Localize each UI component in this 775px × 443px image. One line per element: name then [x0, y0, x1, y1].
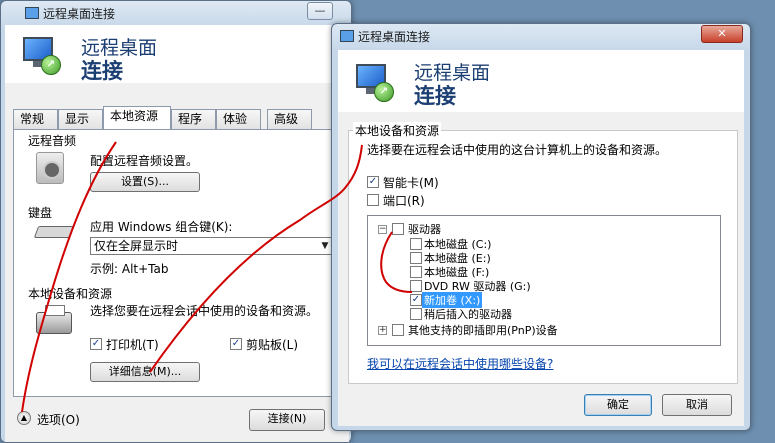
- drive-f-checkbox[interactable]: [410, 266, 422, 278]
- audio-settings-button[interactable]: 设置(S)...: [90, 172, 200, 192]
- remote-desktop-logo-icon: ↗: [21, 35, 61, 75]
- clipboard-label: 剪贴板(L): [246, 338, 299, 352]
- local-resources-panel: 远程音频 配置远程音频设置。 设置(S)... 键盘 应用 Windows 组合…: [13, 129, 343, 397]
- smartcard-checkbox[interactable]: ✓: [367, 176, 379, 188]
- smartcard-label: 智能卡(M): [383, 176, 439, 190]
- printer-icon: [36, 305, 72, 334]
- clipboard-checkbox[interactable]: ✓: [230, 338, 242, 350]
- drives-checkbox[interactable]: [392, 223, 404, 235]
- device-group-description: 选择要在远程会话中使用的这台计算机上的设备和资源。: [367, 143, 668, 157]
- keyboard-section-title: 键盘: [28, 206, 53, 220]
- front-window-title: 远程桌面连接: [340, 28, 430, 45]
- back-minimize-button[interactable]: —: [307, 2, 333, 20]
- device-group-title: 本地设备和资源: [353, 122, 442, 139]
- tab-advanced[interactable]: 高级: [267, 109, 312, 129]
- drive-e-checkbox[interactable]: [410, 252, 422, 264]
- device-group-box: 本地设备和资源 选择要在远程会话中使用的这台计算机上的设备和资源。 ✓ 智能卡(…: [348, 122, 738, 384]
- remote-desktop-logo-icon: ↗: [354, 62, 394, 102]
- which-devices-link[interactable]: 我可以在远程会话中使用哪些设备?: [367, 355, 553, 372]
- app-icon: [25, 7, 39, 19]
- expand-icon[interactable]: +: [378, 326, 387, 335]
- keyboard-example: 示例: Alt+Tab: [90, 262, 169, 276]
- collapse-icon[interactable]: −: [378, 225, 387, 234]
- drive-tree[interactable]: − 驱动器 本地磁盘 (C:) 本地磁盘 (E:) 本地磁盘 (F:) DVD …: [367, 215, 721, 346]
- printer-label: 打印机(T): [106, 338, 159, 352]
- audio-description: 配置远程音频设置。: [90, 154, 199, 168]
- windows-key-combo-value: 仅在全屏显示时: [94, 239, 179, 253]
- tab-general[interactable]: 常规: [13, 109, 58, 129]
- options-toggle-icon[interactable]: ▲: [17, 411, 31, 425]
- tab-display[interactable]: 显示: [58, 109, 103, 129]
- back-window-title: 远程桌面连接: [25, 5, 115, 22]
- drive-c-checkbox[interactable]: [410, 238, 422, 250]
- drives-label: 驱动器: [408, 223, 441, 236]
- front-header: ↗ 远程桌面 连接: [338, 50, 744, 112]
- drive-g-checkbox[interactable]: [410, 280, 422, 292]
- tab-strip: 常规 显示 本地资源 程序 体验 高级: [13, 106, 343, 131]
- front-window: 远程桌面连接 ✕ ↗ 远程桌面 连接 本地设备和资源 选择要在远程会话中使用的这…: [331, 23, 751, 431]
- options-label[interactable]: 选项(O): [37, 411, 80, 428]
- front-close-button[interactable]: ✕: [701, 25, 743, 43]
- app-icon: [340, 30, 354, 42]
- port-checkbox[interactable]: [367, 194, 379, 206]
- later-drives-label: 稍后插入的驱动器: [424, 308, 512, 321]
- speaker-icon: [36, 152, 64, 184]
- drive-x-checkbox[interactable]: ✓: [410, 294, 422, 306]
- tab-experience[interactable]: 体验: [216, 109, 261, 129]
- keyboard-icon: [33, 226, 75, 238]
- port-label: 端口(R): [383, 194, 425, 208]
- tab-programs[interactable]: 程序: [171, 109, 216, 129]
- ok-button[interactable]: 确定: [584, 394, 652, 416]
- keyboard-description: 应用 Windows 组合键(K):: [90, 220, 233, 234]
- devices-section-title: 本地设备和资源: [28, 287, 113, 301]
- printer-checkbox[interactable]: ✓: [90, 338, 102, 350]
- front-window-client: ↗ 远程桌面 连接 本地设备和资源 选择要在远程会话中使用的这台计算机上的设备和…: [338, 50, 744, 426]
- back-window-client: ↗ 远程桌面 连接 常规 显示 本地资源 程序 体验 高级 远程音频 配置远程音…: [5, 25, 349, 442]
- pnp-label: 其他支持的即插即用(PnP)设备: [408, 324, 558, 337]
- more-details-button[interactable]: 详细信息(M)...: [90, 362, 200, 382]
- cancel-button[interactable]: 取消: [662, 394, 732, 416]
- back-header-title-1: 远程桌面: [81, 37, 158, 59]
- connect-button[interactable]: 连接(N): [249, 409, 325, 431]
- windows-key-combo-select[interactable]: 仅在全屏显示时 ▼: [90, 237, 334, 255]
- later-drives-checkbox[interactable]: [410, 308, 422, 320]
- pnp-checkbox[interactable]: [392, 324, 404, 336]
- audio-section-title: 远程音频: [28, 134, 77, 148]
- back-header: ↗ 远程桌面 连接: [5, 25, 349, 83]
- back-window: 远程桌面连接 — ↗ 远程桌面 连接 常规 显示 本地资源 程序 体验 高级 远…: [0, 0, 352, 443]
- back-header-title-2: 连接: [81, 59, 123, 83]
- front-header-title-2: 连接: [414, 84, 456, 108]
- front-header-title-1: 远程桌面: [414, 62, 491, 84]
- tab-local-resources[interactable]: 本地资源: [103, 106, 171, 129]
- devices-description: 选择您要在远程会话中使用的设备和资源。: [90, 304, 319, 318]
